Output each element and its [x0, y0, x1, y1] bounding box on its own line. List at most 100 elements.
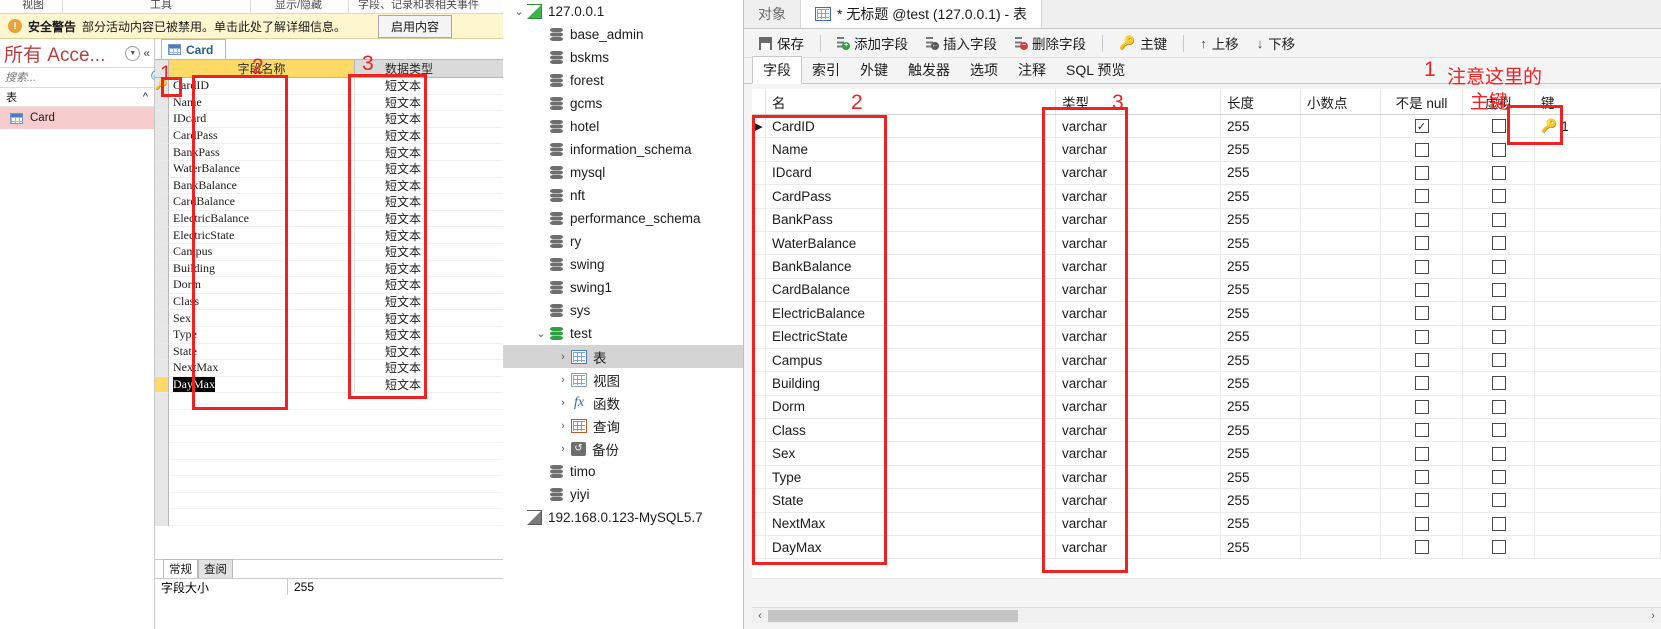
field-type-cell[interactable]: varchar [1056, 372, 1221, 395]
access-field-row[interactable]: WaterBalance 短文本 [155, 160, 503, 178]
checkbox-icon[interactable] [1414, 423, 1429, 438]
key-cell[interactable] [1535, 138, 1661, 161]
field-type-cell[interactable]: varchar [1056, 419, 1221, 442]
field-name-cell[interactable]: Sex [766, 442, 1056, 465]
not-null-checkbox[interactable] [1381, 302, 1463, 325]
chevron-up-icon[interactable]: ^ [143, 91, 148, 103]
designer-field-row[interactable]: BankBalance varchar 255 [752, 255, 1661, 279]
field-name-cell[interactable]: Type [766, 465, 1056, 489]
field-decimals-cell[interactable] [1301, 465, 1381, 489]
horizontal-scrollbar[interactable]: ‹ › [752, 607, 1661, 623]
tree-node-database[interactable]: swing1 [503, 276, 743, 299]
not-null-checkbox[interactable] [1381, 465, 1463, 489]
field-length-cell[interactable]: 255 [1221, 255, 1301, 278]
chevron-down-icon[interactable]: ⌄ [533, 327, 549, 340]
access-field-row[interactable]: IDcard 短文本 [155, 111, 503, 128]
access-data-type-cell[interactable]: 短文本 [355, 227, 503, 244]
access-data-type-cell[interactable]: 短文本 [355, 144, 503, 161]
primary-key-button[interactable]: 🔑 主键 [1112, 31, 1174, 55]
virtual-checkbox[interactable] [1463, 465, 1535, 489]
designer-field-row[interactable]: Dorm varchar 255 [752, 395, 1661, 420]
checkbox-icon[interactable] [1491, 259, 1506, 274]
field-decimals-cell[interactable] [1301, 325, 1381, 348]
tree-node-database[interactable]: gcms [503, 92, 743, 115]
field-decimals-cell[interactable] [1301, 442, 1381, 465]
checkbox-icon[interactable]: ✓ [1414, 119, 1429, 134]
field-decimals-cell[interactable] [1301, 348, 1381, 372]
access-field-name-cell[interactable]: State [169, 343, 355, 361]
checkbox-icon[interactable] [1414, 493, 1429, 508]
access-data-type-cell[interactable]: 短文本 [355, 261, 503, 278]
field-length-cell[interactable]: 255 [1221, 138, 1301, 161]
field-length-cell[interactable]: 255 [1221, 512, 1301, 536]
not-null-checkbox[interactable] [1381, 348, 1463, 372]
virtual-checkbox[interactable] [1463, 395, 1535, 419]
row-selector[interactable] [155, 426, 169, 444]
save-button[interactable]: 保存 [752, 31, 811, 55]
checkbox-icon[interactable] [1414, 259, 1429, 274]
field-decimals-cell[interactable] [1301, 161, 1381, 185]
access-empty-row[interactable] [155, 443, 503, 460]
designer-field-row[interactable]: CardBalance varchar 255 [752, 278, 1661, 303]
field-decimals-cell[interactable] [1301, 278, 1381, 302]
access-empty-row[interactable] [155, 393, 503, 410]
access-field-name-cell[interactable]: Campus [169, 243, 355, 261]
scroll-right-arrow-icon[interactable]: › [1645, 610, 1661, 622]
designer-field-row[interactable]: CardPass varchar 255 [752, 185, 1661, 209]
nav-item-card[interactable]: Card [0, 107, 154, 129]
key-cell[interactable] [1535, 231, 1661, 255]
field-name-cell[interactable]: CardID [766, 115, 1056, 138]
virtual-checkbox[interactable] [1463, 419, 1535, 442]
field-length-cell[interactable]: 255 [1221, 489, 1301, 512]
security-warning-message[interactable]: 部分活动内容已被禁用。单击此处了解详细信息。 [82, 18, 346, 35]
field-type-cell[interactable]: varchar [1056, 115, 1221, 138]
row-selector[interactable] [155, 492, 169, 510]
field-type-cell[interactable]: varchar [1056, 255, 1221, 278]
property-value[interactable]: 255 [288, 579, 503, 595]
checkbox-icon[interactable] [1414, 399, 1429, 414]
row-selector[interactable] [155, 509, 169, 527]
designer-subtab-5[interactable]: 注释 [1008, 57, 1056, 83]
key-cell[interactable] [1535, 372, 1661, 395]
virtual-checkbox[interactable] [1463, 489, 1535, 512]
designer-field-row[interactable]: IDcard varchar 255 [752, 161, 1661, 186]
field-length-cell[interactable]: 255 [1221, 302, 1301, 325]
tree-node-database[interactable]: swing [503, 253, 743, 276]
row-selector[interactable] [155, 127, 169, 145]
row-selector[interactable] [155, 194, 169, 211]
virtual-checkbox[interactable] [1463, 372, 1535, 395]
ribbon-tab-tools[interactable]: 工具 [150, 0, 172, 12]
virtual-checkbox[interactable] [1463, 161, 1535, 185]
checkbox-icon[interactable] [1491, 165, 1506, 180]
field-name-cell[interactable]: ElectricBalance [766, 302, 1056, 325]
access-data-type-cell[interactable]: 短文本 [355, 111, 503, 128]
row-selector[interactable] [155, 326, 169, 344]
key-cell[interactable]: 🔑 1 [1535, 115, 1661, 138]
access-field-name-cell[interactable]: WaterBalance [169, 160, 355, 178]
field-type-cell[interactable]: varchar [1056, 161, 1221, 185]
field-length-cell[interactable]: 255 [1221, 161, 1301, 185]
primary-key-indicator[interactable]: 🔑 [155, 78, 169, 95]
virtual-checkbox[interactable] [1463, 348, 1535, 372]
field-length-cell[interactable]: 255 [1221, 325, 1301, 348]
access-field-name-cell[interactable]: Type [169, 326, 355, 344]
access-field-name-cell[interactable]: IDcard [169, 111, 355, 128]
tree-node-database[interactable]: yiyi [503, 483, 743, 506]
access-field-name-cell[interactable]: CardID [169, 78, 355, 95]
empty-cell[interactable] [169, 476, 503, 493]
chevron-right-icon[interactable]: › [555, 443, 571, 455]
tree-node-connection-offline[interactable]: 192.168.0.123-MySQL5.7 [503, 506, 743, 529]
row-selector[interactable] [155, 210, 169, 228]
field-decimals-cell[interactable] [1301, 512, 1381, 536]
access-field-name-cell[interactable]: Building [169, 260, 355, 278]
tree-node-database[interactable]: nft [503, 184, 743, 207]
field-decimals-cell[interactable] [1301, 419, 1381, 442]
designer-subtab-4[interactable]: 选项 [960, 57, 1008, 83]
field-name-cell[interactable]: Dorm [766, 395, 1056, 419]
tree-node-views-folder[interactable]: › 视图 [503, 368, 743, 391]
access-field-row[interactable]: Name 短文本 [155, 94, 503, 112]
access-empty-row[interactable] [155, 409, 503, 427]
chevron-right-icon[interactable]: › [555, 374, 571, 386]
field-decimals-cell[interactable] [1301, 115, 1381, 138]
checkbox-icon[interactable] [1414, 540, 1429, 555]
